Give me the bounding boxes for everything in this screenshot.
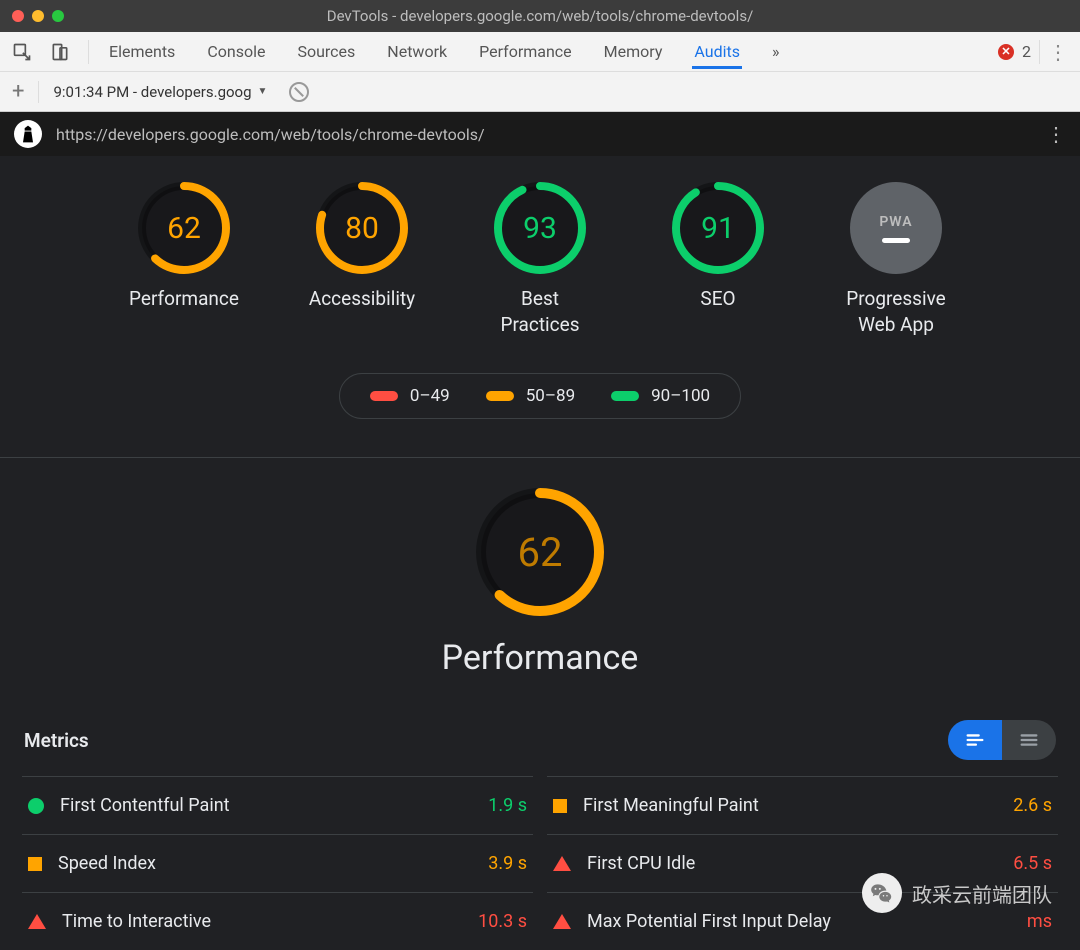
metric-status-icon	[553, 914, 571, 929]
metric-row[interactable]: First Meaningful Paint 2.6 s	[547, 776, 1058, 834]
gauge-label: Accessibility	[309, 286, 415, 312]
divider	[38, 81, 39, 103]
metric-status-icon	[28, 914, 46, 929]
clear-icon[interactable]	[289, 82, 309, 102]
metric-name: First Contentful Paint	[60, 795, 472, 816]
gauge-seo[interactable]: 91 SEO	[658, 182, 778, 337]
divider	[1039, 40, 1040, 64]
gauge-best-practices[interactable]: 93 Best Practices	[480, 182, 600, 337]
metric-value: 10.3 s	[478, 911, 527, 932]
gauge-label: Performance	[129, 286, 239, 312]
kebab-icon[interactable]: ⋮	[1048, 40, 1068, 64]
tab-overflow[interactable]: »	[770, 34, 782, 69]
metric-value: 3.9 s	[488, 853, 527, 874]
error-icon[interactable]: ✕	[998, 44, 1014, 60]
metric-row[interactable]: Max Potential First Input Delay ms	[547, 892, 1058, 950]
score-legend: 0–49 50–89 90–100	[0, 373, 1080, 419]
legend-range: 0–49	[410, 386, 450, 406]
inspect-icon[interactable]	[12, 42, 32, 62]
tab-console[interactable]: Console	[205, 34, 267, 69]
tab-memory[interactable]: Memory	[602, 34, 665, 69]
metrics-grid: First Contentful Paint 1.9 s First Meani…	[0, 776, 1080, 950]
metric-row[interactable]: Speed Index 3.9 s	[22, 834, 533, 892]
toolbar-status: ✕ 2 ⋮	[998, 40, 1068, 64]
legend-range: 90–100	[651, 386, 710, 406]
pwa-text: PWA	[879, 214, 912, 230]
chevron-down-icon: ▼	[258, 86, 268, 97]
gauge-label: Progressive Web App	[846, 286, 945, 337]
audit-subbar: + 9:01:34 PM - developers.goog ▼	[0, 72, 1080, 112]
score-gauges: 62 Performance 80 Accessibility 93 Best …	[0, 156, 1080, 355]
metric-row[interactable]: First CPU Idle 6.5 s	[547, 834, 1058, 892]
section-performance: 62 Performance	[0, 458, 1080, 712]
metric-row[interactable]: First Contentful Paint 1.9 s	[22, 776, 533, 834]
metric-status-icon	[553, 799, 567, 813]
audit-run-label: 9:01:34 PM - developers.goog	[53, 83, 251, 101]
report-content: 62 Performance 80 Accessibility 93 Best …	[0, 156, 1080, 950]
legend-swatch-orange	[486, 391, 514, 401]
tab-sources[interactable]: Sources	[295, 34, 357, 69]
metric-row[interactable]: Time to Interactive 10.3 s	[22, 892, 533, 950]
audit-url-bar: https://developers.google.com/web/tools/…	[0, 112, 1080, 156]
gauge-label: SEO	[700, 286, 735, 312]
toggle-expanded-view[interactable]	[948, 720, 1002, 760]
gauge-pwa[interactable]: PWA Progressive Web App	[836, 182, 956, 337]
metric-status-icon	[28, 798, 44, 814]
error-count: 2	[1022, 42, 1031, 61]
divider	[88, 40, 89, 64]
gauge-score: 91	[701, 211, 735, 246]
plus-icon[interactable]: +	[12, 79, 24, 104]
section-title: Performance	[442, 638, 639, 678]
kebab-icon[interactable]: ⋮	[1046, 122, 1066, 146]
legend-item-pass: 90–100	[611, 386, 710, 406]
gauge-accessibility[interactable]: 80 Accessibility	[302, 182, 422, 337]
audited-url: https://developers.google.com/web/tools/…	[56, 125, 1032, 144]
view-toggle	[948, 720, 1056, 760]
gauge-score: 62	[167, 211, 201, 246]
metrics-header: Metrics	[0, 712, 1080, 776]
device-icon[interactable]	[50, 42, 70, 62]
metric-value: 1.9 s	[488, 795, 527, 816]
lighthouse-icon	[14, 120, 42, 148]
metric-name: First CPU Idle	[587, 853, 997, 874]
legend-swatch-red	[370, 391, 398, 401]
legend-range: 50–89	[526, 386, 575, 406]
window-titlebar: DevTools - developers.google.com/web/too…	[0, 0, 1080, 32]
tab-elements[interactable]: Elements	[107, 34, 177, 69]
metric-name: Speed Index	[58, 853, 472, 874]
metric-name: Time to Interactive	[62, 911, 462, 932]
metric-value: 6.5 s	[1013, 853, 1052, 874]
metric-value: ms	[1027, 911, 1052, 932]
legend-item-avg: 50–89	[486, 386, 575, 406]
gauge-performance[interactable]: 62 Performance	[124, 182, 244, 337]
gauge-score: 80	[345, 211, 379, 246]
gauge-label: Best Practices	[501, 286, 580, 337]
pwa-badge: PWA	[850, 182, 942, 274]
legend-item-fail: 0–49	[370, 386, 450, 406]
legend-swatch-green	[611, 391, 639, 401]
tab-performance[interactable]: Performance	[477, 34, 574, 69]
metrics-title: Metrics	[24, 729, 89, 752]
audit-run-selector[interactable]: 9:01:34 PM - developers.goog ▼	[53, 83, 267, 101]
metric-status-icon	[28, 857, 42, 871]
devtools-toolbar: Elements Console Sources Network Perform…	[0, 32, 1080, 72]
metric-status-icon	[553, 856, 571, 871]
pwa-bar-icon	[882, 238, 910, 243]
tab-audits[interactable]: Audits	[692, 34, 742, 69]
tab-network[interactable]: Network	[385, 34, 449, 69]
metric-name: First Meaningful Paint	[583, 795, 997, 816]
devtools-tabs: Elements Console Sources Network Perform…	[107, 34, 980, 69]
metric-name: Max Potential First Input Delay	[587, 911, 1011, 932]
toggle-compact-view[interactable]	[1002, 720, 1056, 760]
metric-value: 2.6 s	[1013, 795, 1052, 816]
gauge-score: 93	[523, 211, 557, 246]
window-title: DevTools - developers.google.com/web/too…	[0, 7, 1080, 25]
